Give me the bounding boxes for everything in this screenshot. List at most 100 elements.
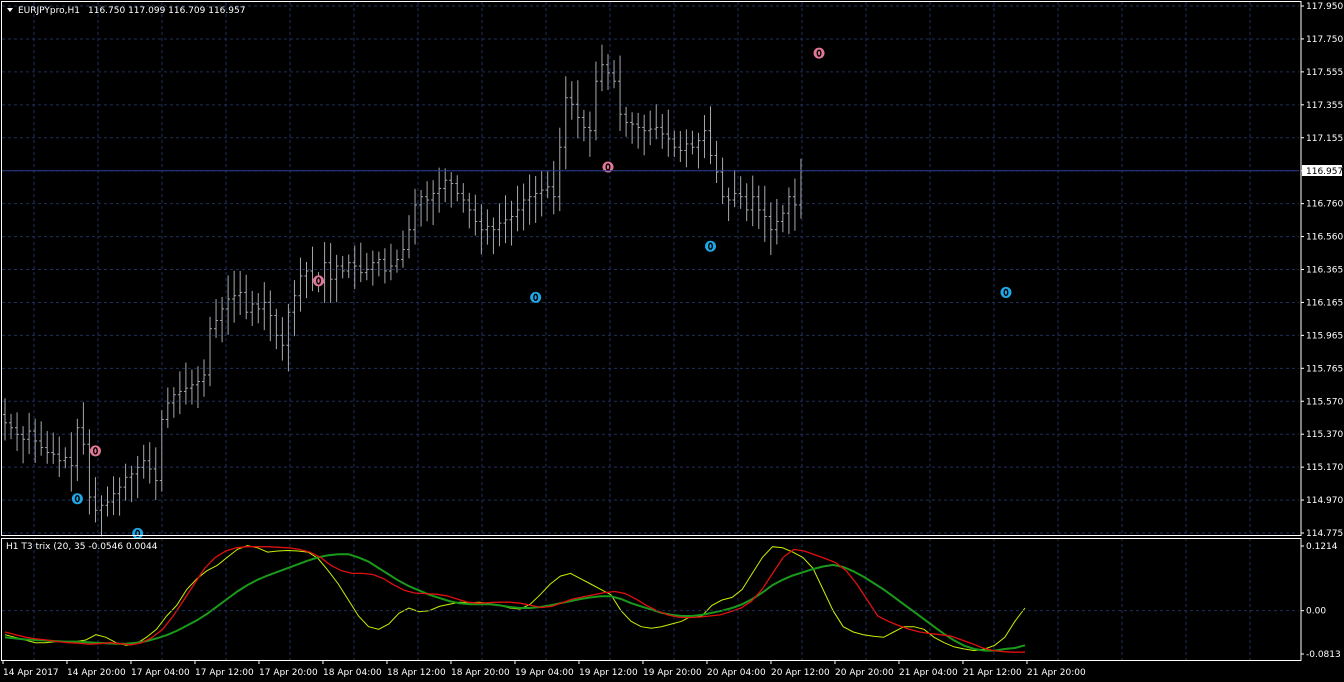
price-bar <box>153 447 158 501</box>
price-bar <box>105 486 110 517</box>
price-bar <box>581 109 586 142</box>
trading-chart[interactable]: 117.950 117.750 117.555 117.355 117.155 116.9… <box>0 0 1344 682</box>
price-bar <box>642 114 647 156</box>
price-bar <box>678 131 683 163</box>
price-bar <box>135 456 140 499</box>
price-bar <box>322 242 327 303</box>
price-bar <box>419 189 424 227</box>
price-tick-label: 116.365 <box>1306 266 1343 276</box>
price-bar <box>244 274 249 320</box>
price-bar <box>786 187 791 235</box>
price-bar <box>39 421 44 456</box>
price-bars <box>3 44 803 537</box>
price-bar <box>280 317 285 361</box>
price-bar <box>648 110 653 146</box>
price-bar <box>726 187 731 222</box>
price-bar <box>111 476 116 516</box>
main-legend: EURJPYpro,H1 116.750 117.099 116.709 116… <box>7 6 245 16</box>
price-bar <box>298 257 303 312</box>
price-bar <box>569 81 574 120</box>
price-bar <box>449 172 454 208</box>
price-bar <box>171 387 176 418</box>
price-bar <box>521 183 526 231</box>
price-bar <box>473 194 478 236</box>
chart-grid <box>2 2 1299 660</box>
indicator-axis: 0.1214 0.00 -0.0813 <box>1301 542 1341 660</box>
marker-circle <box>813 47 825 59</box>
price-bar <box>286 303 291 372</box>
marker-circle <box>530 291 542 303</box>
price-tick-label: 115.170 <box>1306 463 1343 473</box>
price-bar <box>618 55 623 131</box>
price-bar <box>575 80 580 139</box>
price-tick-label: 117.355 <box>1306 101 1343 111</box>
price-bar <box>232 270 237 323</box>
price-bar <box>636 112 641 149</box>
symbol-label: EURJPYpro,H1 <box>18 6 80 16</box>
price-bar <box>183 362 188 405</box>
time-axis: 14 Apr 2017 14 Apr 20:00 17 Apr 04:00 17 Ap… <box>2 660 1086 678</box>
signal-markers <box>71 47 1012 539</box>
price-bar <box>744 183 749 222</box>
price-bar <box>672 130 677 158</box>
marker-circle <box>71 493 83 505</box>
price-bar <box>491 217 496 255</box>
price-bar <box>780 204 785 233</box>
price-bar <box>714 140 719 183</box>
triangle-down-icon[interactable] <box>7 8 13 12</box>
price-bar <box>539 170 544 217</box>
price-bar <box>99 495 104 537</box>
price-bar <box>370 250 375 286</box>
time-tick-label: 14 Apr 20:00 <box>67 668 126 678</box>
current-price-label: 116.957 <box>1306 167 1343 177</box>
time-tick-label: 19 Apr 12:00 <box>579 668 638 678</box>
price-bar <box>9 413 14 440</box>
sell-signal-icon <box>313 275 325 287</box>
price-bar <box>467 192 472 229</box>
price-bar <box>587 111 592 157</box>
price-bar <box>304 261 309 299</box>
price-bar <box>334 254 339 303</box>
price-bar <box>654 104 659 140</box>
price-bar <box>129 465 134 503</box>
price-bar <box>388 243 393 281</box>
price-bar <box>684 129 689 168</box>
buy-signal-icon <box>132 527 144 539</box>
price-bar <box>527 174 532 225</box>
ohlc-values: 116.750 117.099 116.709 116.957 <box>88 6 245 16</box>
price-bar <box>768 202 773 256</box>
marker-circle <box>1000 286 1012 298</box>
price-bar <box>75 418 80 482</box>
sell-signal-icon <box>813 47 825 59</box>
price-bar <box>624 106 629 137</box>
price-bar <box>165 387 170 428</box>
buy-signal-icon <box>530 291 542 303</box>
price-bar <box>509 200 514 246</box>
time-tick-label: 20 Apr 20:00 <box>835 668 894 678</box>
price-bar <box>310 246 315 292</box>
price-bar <box>720 157 725 204</box>
indicator-frame <box>1 538 1302 661</box>
trix-line-0 <box>4 545 1026 652</box>
price-axis: 117.950 117.750 117.555 117.355 117.155 116.9… <box>1301 2 1343 539</box>
price-tick-label: 116.165 <box>1306 298 1343 308</box>
time-tick-label: 17 Apr 20:00 <box>259 668 318 678</box>
price-bar <box>262 282 267 331</box>
price-bar <box>690 130 695 155</box>
price-bar <box>431 180 436 226</box>
price-bar <box>750 175 755 227</box>
price-bar <box>443 168 448 203</box>
price-bar <box>340 256 345 279</box>
main-frame <box>1 1 1302 536</box>
price-bar <box>57 436 62 477</box>
price-bar <box>382 248 387 284</box>
price-tick-label: 115.965 <box>1306 331 1343 341</box>
buy-signal-icon <box>71 493 83 505</box>
price-bar <box>774 198 779 245</box>
price-bar <box>708 106 713 165</box>
price-bar <box>563 76 568 170</box>
price-bar <box>557 127 562 212</box>
price-bar <box>141 444 146 479</box>
time-tick-label: 21 Apr 12:00 <box>963 668 1022 678</box>
time-tick-label: 20 Apr 04:00 <box>707 668 766 678</box>
